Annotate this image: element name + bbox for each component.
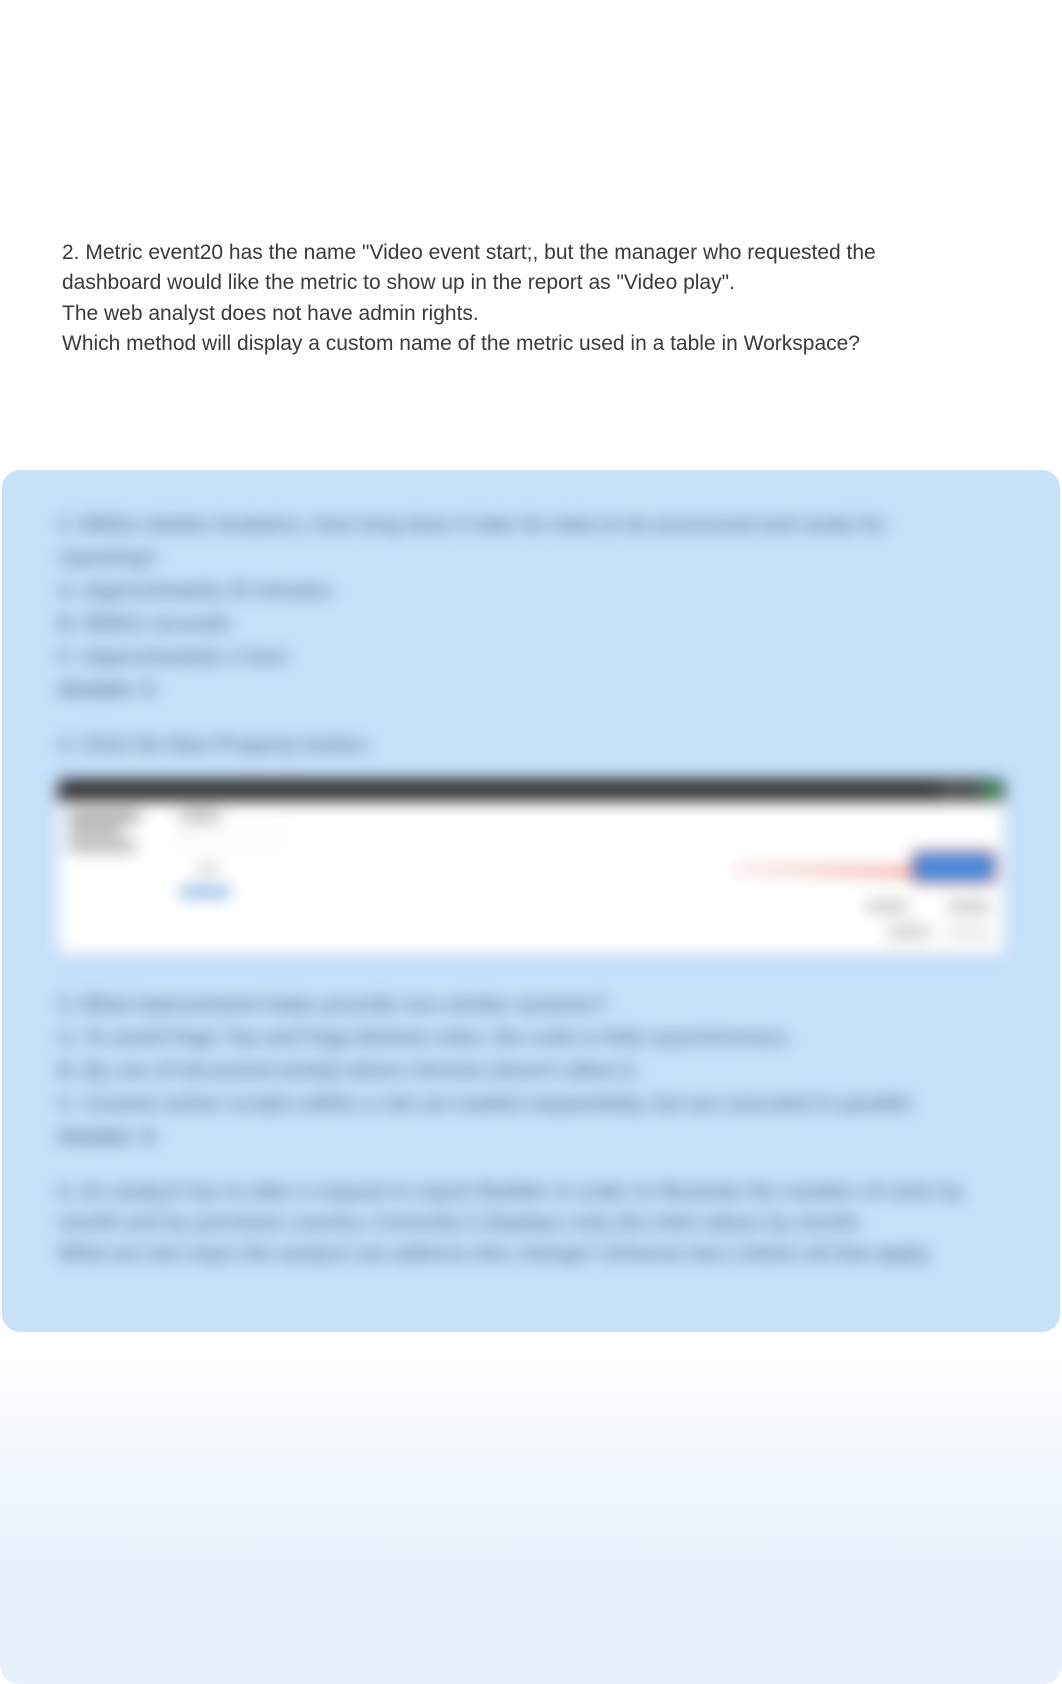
screenshot-sidebar: [58, 801, 168, 951]
toolbar-box-1: [940, 782, 958, 798]
main-input: [180, 829, 280, 847]
question-block: 2. Metric event20 has the name "Video ev…: [62, 238, 1000, 360]
blurred-preview-panel: 3. Within Adobe Analytics, how long does…: [2, 470, 1060, 1332]
q3-option-a: A. Approximately 15 minutes: [58, 576, 1004, 607]
question-line-2: dashboard would like the metric to show …: [62, 268, 1000, 298]
screenshot-body: [58, 801, 1004, 951]
toolbar-box-2: [961, 782, 979, 798]
question-line-3: The web analyst does not have admin righ…: [62, 299, 1000, 329]
question-line-1: 2. Metric event20 has the name "Video ev…: [62, 238, 1000, 268]
q5-answer: Answer: A: [58, 1122, 1004, 1153]
q5-option-c: C. Custom action scripts within a rule a…: [58, 1089, 1004, 1120]
q5-option-a: A. To avoid Page Top and Page Bottom rul…: [58, 1023, 1004, 1054]
embedded-screenshot: [58, 779, 1004, 954]
q3-text: 3. Within Adobe Analytics, how long does…: [58, 510, 1004, 541]
main-small: [198, 865, 218, 873]
new-property-button: [912, 851, 996, 883]
q5-option-b: B. By use of document.write() where Chro…: [58, 1056, 1004, 1087]
footer-btn: [948, 925, 990, 939]
sidebar-item: [68, 841, 136, 852]
q3-text2: reporting?: [58, 543, 1004, 574]
q3-option-c: C. Approximately 1 hour: [58, 642, 1004, 673]
blurred-content: 3. Within Adobe Analytics, how long does…: [58, 510, 1004, 1270]
main-label: [180, 811, 220, 821]
footer-label: [866, 902, 908, 911]
q6-text2: month and by purchase country. Currently…: [58, 1208, 1004, 1239]
q3-option-b: B. Within seconds: [58, 609, 1004, 640]
footer-label: [948, 902, 990, 911]
q5-text: 5. What improvement helps provide non-si…: [58, 990, 1004, 1021]
question-line-4: Which method will display a custom name …: [62, 329, 1000, 359]
bottom-fade-overlay: [0, 1332, 1062, 1684]
main-link: [180, 887, 230, 897]
q3-answer: Answer: C: [58, 675, 1004, 706]
screenshot-toolbar: [58, 779, 1004, 801]
q4-text: 4. Click the New Property button.: [58, 730, 1004, 761]
q6-text1: 6. An analyst has to alter a request in …: [58, 1177, 1004, 1208]
footer-btn: [888, 925, 930, 939]
sidebar-item: [68, 811, 140, 822]
sidebar-item: [68, 826, 122, 837]
q6-text3: What are two ways the analyst can addres…: [58, 1239, 1004, 1270]
toolbar-box-green: [982, 782, 1000, 798]
